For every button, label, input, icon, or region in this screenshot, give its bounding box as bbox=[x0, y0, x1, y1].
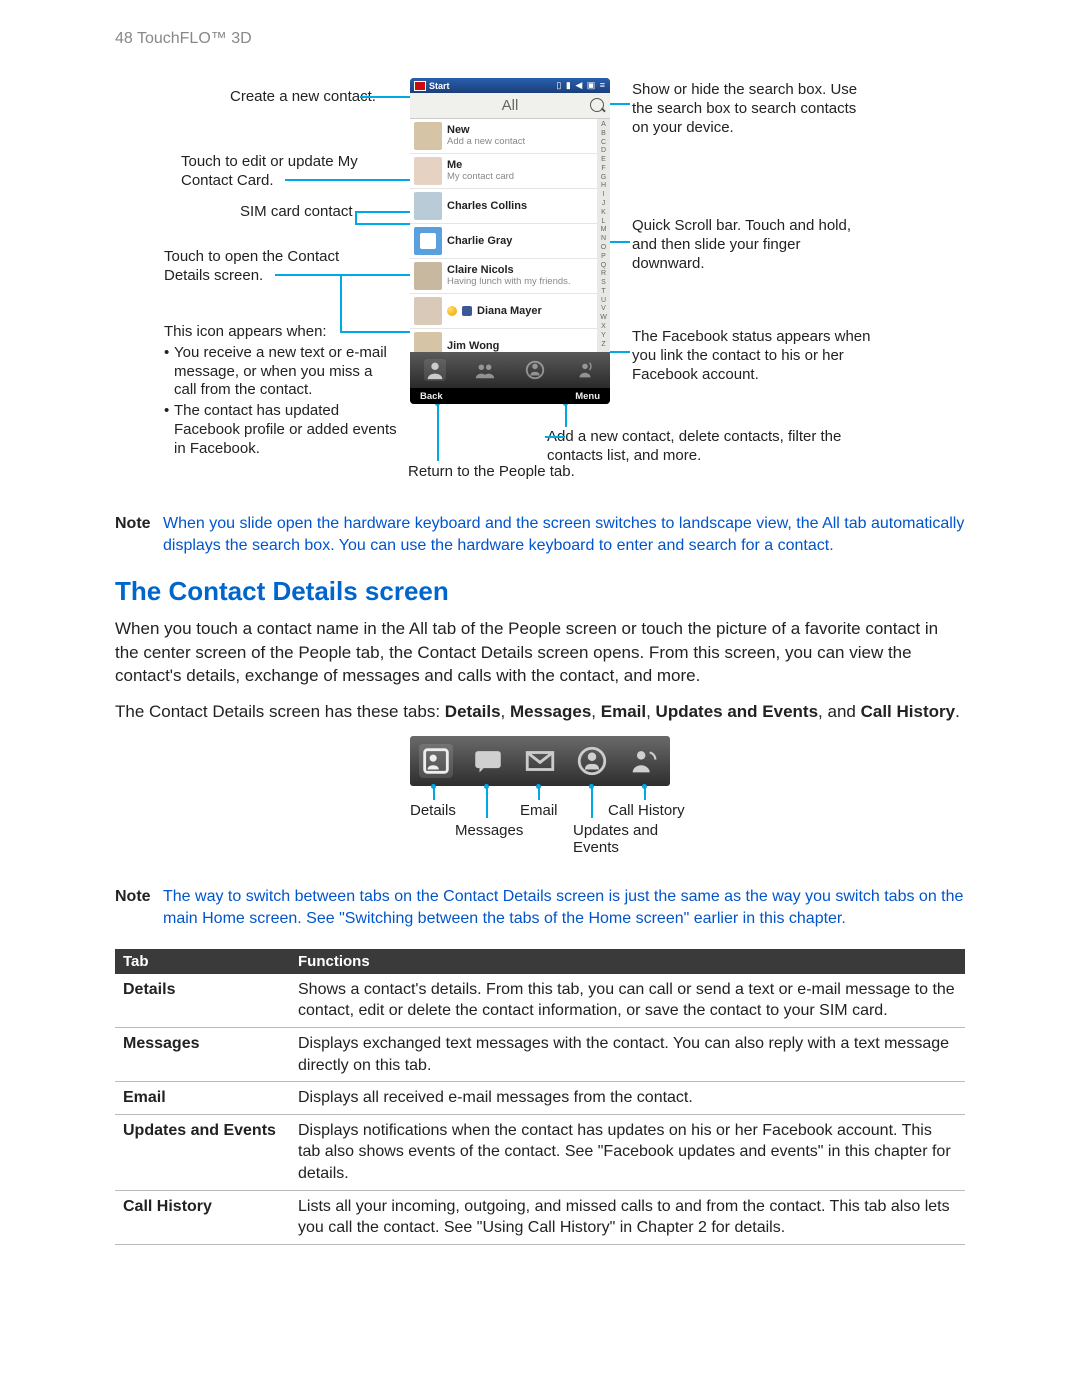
avatar bbox=[414, 122, 442, 150]
table-row: DetailsShows a contact's details. From t… bbox=[115, 974, 965, 1028]
call-tab-icon[interactable] bbox=[574, 359, 596, 381]
callout-new-contact: Create a new contact. bbox=[230, 88, 376, 107]
callout-search: Show or hide the search box. Use the sea… bbox=[632, 81, 877, 137]
email-tab-icon[interactable] bbox=[523, 744, 557, 778]
col-functions: Functions bbox=[290, 949, 965, 974]
sim-icon bbox=[414, 227, 442, 255]
table-row: MessagesDisplays exchanged text messages… bbox=[115, 1027, 965, 1081]
avatar bbox=[414, 192, 442, 220]
table-row: Updates and EventsDisplays notifications… bbox=[115, 1114, 965, 1190]
callout-back: Return to the People tab. bbox=[408, 463, 575, 482]
note-1: Note When you slide open the hardware ke… bbox=[115, 513, 965, 558]
updates-tab-icon[interactable] bbox=[575, 744, 609, 778]
label-messages: Messages bbox=[455, 822, 523, 839]
groups-tab-icon[interactable] bbox=[474, 359, 496, 381]
callout-menu: Add a new contact, delete contacts, filt… bbox=[547, 428, 847, 466]
label-history: Call History bbox=[608, 802, 685, 819]
section-title: The Contact Details screen bbox=[115, 576, 965, 607]
quick-scroll-bar[interactable]: ABCDEFGHIJKLMNOPQRSTUVWXYZ bbox=[597, 119, 610, 352]
contacts-diagram: Create a new contact. Touch to edit or u… bbox=[115, 93, 965, 493]
menu-softkey[interactable]: Menu bbox=[575, 391, 600, 402]
label-updates: Updates and Events bbox=[573, 822, 658, 856]
label-email: Email bbox=[520, 802, 558, 819]
call-history-tab-icon[interactable] bbox=[627, 744, 661, 778]
callout-scrollbar: Quick Scroll bar. Touch and hold, and th… bbox=[632, 217, 852, 273]
details-tab-icon[interactable] bbox=[419, 744, 453, 778]
phone-tabs[interactable] bbox=[410, 352, 610, 388]
contact-list[interactable]: NewAdd a new contact MeMy contact card C… bbox=[410, 119, 597, 352]
start-label: Start bbox=[429, 81, 450, 91]
callout-open-details: Touch to open the Contact Details screen… bbox=[164, 248, 394, 286]
callout-contact-card: Touch to edit or update My Contact Card. bbox=[181, 153, 401, 191]
callout-facebook: The Facebook status appears when you lin… bbox=[632, 328, 872, 384]
search-icon[interactable] bbox=[590, 98, 604, 112]
label-details: Details bbox=[410, 802, 456, 819]
avatar bbox=[414, 157, 442, 185]
callout-sim: SIM card contact bbox=[240, 203, 353, 222]
avatar bbox=[414, 262, 442, 290]
tabs-diagram: Details Messages Email Updates and Event… bbox=[290, 736, 790, 866]
back-softkey[interactable]: Back bbox=[420, 391, 443, 402]
col-tab: Tab bbox=[115, 949, 290, 974]
paragraph-1: When you touch a contact name in the All… bbox=[115, 617, 965, 688]
updates-tab-icon[interactable] bbox=[524, 359, 546, 381]
people-tab-icon[interactable] bbox=[424, 359, 446, 381]
status-icons: ▯ ▮ ◀ ▣ ≡ bbox=[556, 80, 606, 91]
avatar bbox=[414, 297, 442, 325]
page-header: 48 TouchFLO™ 3D bbox=[115, 30, 965, 48]
table-row: Call HistoryLists all your incoming, out… bbox=[115, 1190, 965, 1244]
all-header: All bbox=[410, 93, 610, 119]
phone-screenshot: Start ▯ ▮ ◀ ▣ ≡ All NewAdd a new contact… bbox=[410, 78, 610, 404]
windows-flag-icon bbox=[414, 81, 426, 91]
messages-tab-icon[interactable] bbox=[471, 744, 505, 778]
notification-icon bbox=[447, 306, 457, 316]
paragraph-2: The Contact Details screen has these tab… bbox=[115, 700, 965, 724]
note-2: Note The way to switch between tabs on t… bbox=[115, 886, 965, 931]
table-row: EmailDisplays all received e-mail messag… bbox=[115, 1082, 965, 1115]
callout-notif-icon: This icon appears when: You receive a ne… bbox=[164, 323, 399, 458]
facebook-icon bbox=[462, 306, 472, 316]
functions-table: Tab Functions DetailsShows a contact's d… bbox=[115, 949, 965, 1245]
